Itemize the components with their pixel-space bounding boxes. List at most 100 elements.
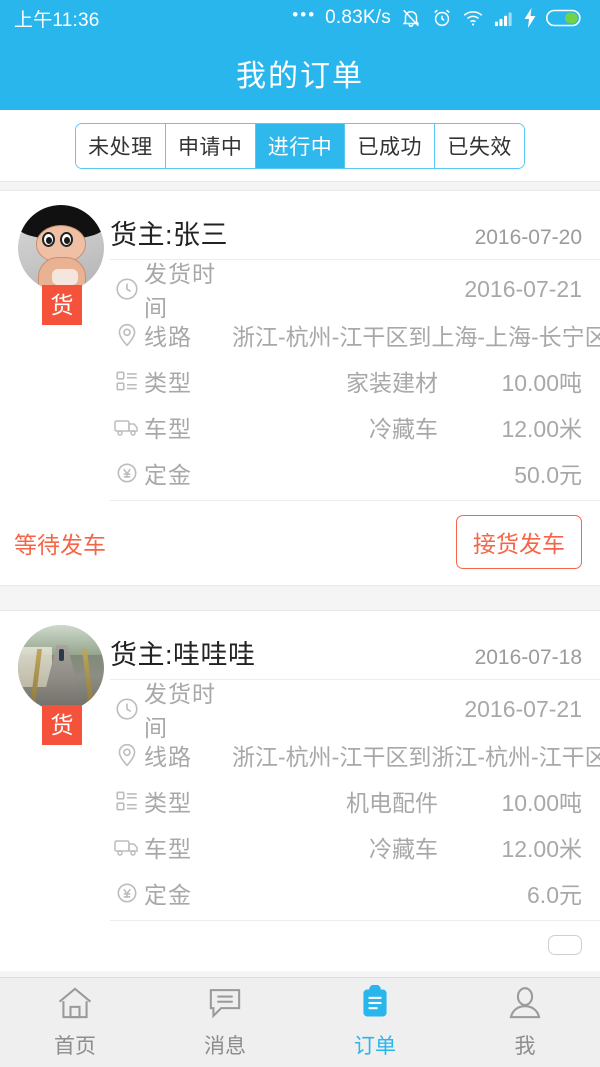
detail-row-deposit: 定金 50.0元	[110, 450, 582, 496]
detail-row-route: 线路 浙江-杭州-江干区到上海-上海-长宁区	[110, 312, 600, 358]
truck-icon	[110, 834, 144, 860]
detail-row-cargo-type: 类型 家装建材 10.00吨	[110, 358, 582, 404]
tab-applying[interactable]: 申请中	[165, 123, 256, 168]
order-card-header: 货 货主:哇哇哇 2016-07-18	[0, 611, 600, 745]
nav-item-home[interactable]: 首页	[0, 985, 150, 1060]
person-icon	[505, 985, 545, 1026]
more-dots-icon: •••	[292, 5, 317, 24]
section-divider	[0, 181, 600, 191]
detail-value: 冷藏车	[369, 836, 438, 862]
nav-label: 我	[514, 1035, 536, 1058]
truck-icon	[110, 414, 144, 440]
avatar-diaper	[52, 269, 78, 285]
order-owner-name: 货主:张三	[110, 220, 229, 250]
detail-value-secondary: 6.0元	[527, 882, 582, 908]
detail-value-secondary: 12.00米	[501, 416, 582, 442]
detail-value: 浙江-杭州-江干区到上海-上海-长宁区	[232, 324, 600, 350]
message-icon	[205, 985, 245, 1026]
home-icon	[55, 985, 95, 1026]
detail-row-ship-time: 发货时间 2016-07-21	[110, 681, 582, 741]
detail-value-secondary: 10.00吨	[501, 790, 582, 816]
status-time: 上午11:36	[14, 9, 100, 31]
detail-value: 机电配件	[346, 790, 438, 816]
order-status-text: 等待发车	[14, 532, 106, 558]
order-card[interactable]: 货 货主:哇哇哇 2016-07-18 发货时间 2016-07-21 线路 浙…	[0, 611, 600, 971]
order-list[interactable]: 货 货主:张三 2016-07-20 发货时间 2016-07-21 线路 浙江…	[0, 191, 600, 977]
clipboard-icon	[355, 984, 395, 1026]
alarm-clock-icon	[431, 7, 453, 29]
detail-row-vehicle-type: 车型 冷藏车 12.00米	[110, 404, 582, 450]
location-pin-icon	[110, 742, 144, 768]
detail-row-vehicle-type: 车型 冷藏车 12.00米	[110, 824, 582, 870]
detail-label: 类型	[144, 790, 192, 816]
yen-circle-icon	[110, 460, 144, 486]
detail-value: 2016-07-21	[464, 275, 582, 302]
yen-circle-icon	[110, 880, 144, 906]
tab-in-progress[interactable]: 进行中	[255, 123, 346, 168]
avatar-column: 货	[18, 625, 110, 745]
avatar-eye-right	[60, 232, 73, 247]
order-status-tabs: 未处理 申请中 进行中 已成功 已失效	[75, 122, 525, 169]
signal-bars-icon	[493, 8, 515, 28]
app-header: 我的订单	[0, 36, 600, 110]
detail-label: 发货时间	[144, 681, 216, 741]
detail-value-secondary: 10.00吨	[501, 370, 582, 396]
detail-row-cargo-type: 类型 机电配件 10.00吨	[110, 778, 582, 824]
nav-item-messages[interactable]: 消息	[150, 985, 300, 1060]
goods-badge: 货	[42, 285, 82, 325]
list-icon	[110, 368, 144, 394]
detail-value: 家装建材	[346, 370, 438, 396]
avatar[interactable]	[18, 625, 104, 711]
detail-label: 定金	[144, 462, 192, 488]
bottom-navigation: 首页 消息 订单 我	[0, 977, 600, 1067]
status-bar: 上午11:36 ••• 0.83K/s	[0, 0, 600, 36]
detail-label: 线路	[144, 744, 192, 770]
list-icon	[110, 788, 144, 814]
nav-label: 消息	[204, 1035, 246, 1058]
clock-icon	[110, 276, 144, 302]
order-card-footer: 等待发车 接货发车	[14, 500, 600, 585]
tab-succeeded[interactable]: 已成功	[345, 123, 436, 168]
detail-row-ship-time: 发货时间 2016-07-21	[110, 261, 582, 321]
detail-label: 发货时间	[144, 261, 216, 321]
tab-expired[interactable]: 已失效	[435, 123, 524, 168]
tab-unprocessed[interactable]: 未处理	[76, 123, 166, 168]
nav-item-profile[interactable]: 我	[450, 985, 600, 1060]
detail-value: 浙江-杭州-江干区到浙江-杭州-江干区	[232, 744, 600, 770]
order-date: 2016-07-18	[474, 646, 582, 669]
detail-value: 2016-07-21	[464, 695, 582, 722]
avatar-eye-left	[42, 232, 55, 247]
order-card[interactable]: 货 货主:张三 2016-07-20 发货时间 2016-07-21 线路 浙江…	[0, 191, 600, 585]
avatar-person	[59, 649, 64, 661]
order-card-footer	[110, 920, 600, 971]
avatar-rail-right	[82, 649, 94, 707]
accept-and-dispatch-button[interactable]: 接货发车	[456, 515, 582, 569]
order-card-header: 货 货主:张三 2016-07-20	[0, 191, 600, 325]
nav-item-orders[interactable]: 订单	[300, 984, 450, 1060]
wifi-icon	[462, 7, 484, 29]
tab-bar-container: 未处理 申请中 进行中 已成功 已失效	[0, 110, 600, 181]
app-screen: 上午11:36 ••• 0.83K/s 我的订单 未处理 申请中 进行中 已成功…	[0, 0, 600, 1067]
detail-value: 冷藏车	[369, 416, 438, 442]
charging-bolt-icon	[524, 8, 537, 28]
order-details: 发货时间 2016-07-21 线路 浙江-杭州-江干区到上海-上海-长宁区 类…	[110, 259, 600, 500]
nav-label: 订单	[354, 1035, 396, 1058]
nav-label: 首页	[54, 1035, 96, 1058]
goods-badge: 货	[42, 705, 82, 745]
order-owner-name: 货主:哇哇哇	[110, 640, 256, 670]
avatar[interactable]	[18, 205, 104, 291]
detail-value-secondary: 50.0元	[514, 462, 582, 488]
detail-label: 车型	[144, 836, 192, 862]
detail-label: 线路	[144, 324, 192, 350]
detail-value-secondary: 12.00米	[501, 836, 582, 862]
mute-bell-icon	[400, 7, 422, 29]
order-action-button-partial[interactable]	[548, 935, 582, 955]
order-details: 发货时间 2016-07-21 线路 浙江-杭州-江干区到浙江-杭州-江干区 类…	[110, 679, 600, 920]
location-pin-icon	[110, 322, 144, 348]
card-separator	[0, 585, 600, 611]
detail-row-route: 线路 浙江-杭州-江干区到浙江-杭州-江干区	[110, 732, 600, 778]
page-title: 我的订单	[236, 60, 364, 93]
detail-label: 定金	[144, 882, 192, 908]
order-date: 2016-07-20	[474, 226, 582, 249]
detail-row-deposit: 定金 6.0元	[110, 870, 582, 916]
